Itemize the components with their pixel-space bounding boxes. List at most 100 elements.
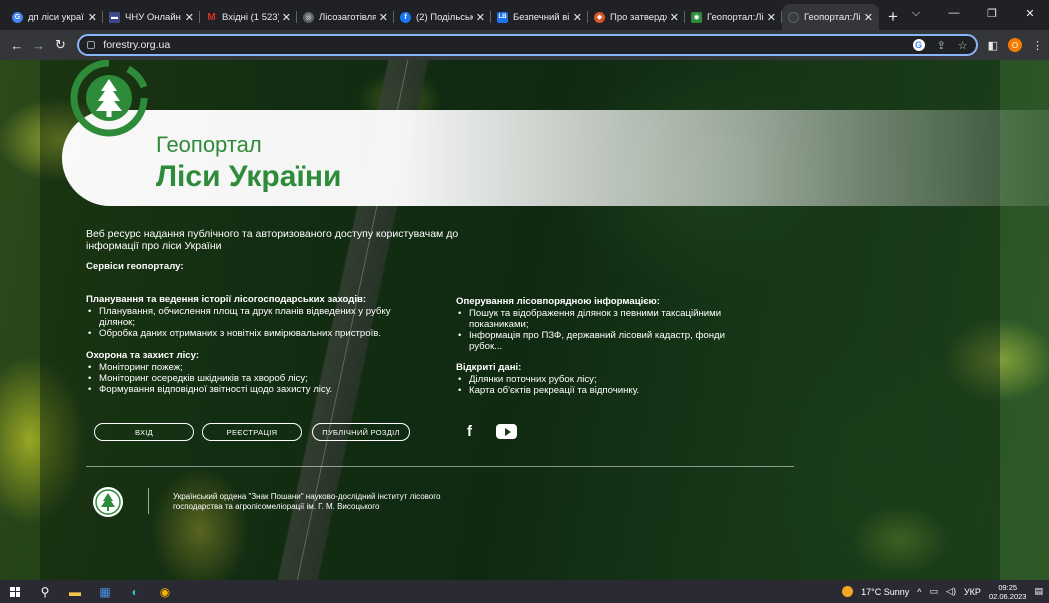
clock-time: 09:25 bbox=[998, 582, 1018, 592]
tab-title: дп ліси украї bbox=[28, 11, 84, 23]
youtube-icon[interactable] bbox=[496, 424, 517, 439]
forward-icon[interactable]: → bbox=[28, 38, 50, 53]
close-window-icon[interactable]: ✕ bbox=[1011, 7, 1049, 20]
tab-5[interactable]: f (2) Подільськ ✕ bbox=[394, 4, 491, 30]
list-item: Ділянки поточних рубок лісу; bbox=[456, 374, 776, 385]
register-button[interactable]: РЕЄСТРАЦІЯ bbox=[202, 423, 302, 441]
weather-text[interactable]: 17°C Sunny bbox=[861, 587, 909, 597]
tab-4[interactable]: ◎ Лісозаготівля ✕ bbox=[297, 4, 394, 30]
close-icon[interactable]: ✕ bbox=[670, 11, 679, 24]
url-text[interactable]: forestry.org.ua bbox=[103, 39, 170, 51]
google-lens-icon[interactable]: G bbox=[912, 39, 925, 51]
globe-icon: ◎ bbox=[303, 11, 314, 23]
clock[interactable]: 09:25 02.06.2023 bbox=[989, 583, 1027, 601]
tab-title: Лісозаготівля bbox=[319, 11, 376, 23]
logo-subtitle: Геопортал bbox=[156, 132, 262, 157]
section-forest-inventory: Оперування лісовпорядною інформацією: По… bbox=[456, 296, 746, 352]
login-button[interactable]: ВХІД bbox=[94, 423, 194, 441]
maximize-icon[interactable]: ❐ bbox=[973, 7, 1011, 20]
institute-name: Український ордена "Знак Пошани" науково… bbox=[173, 492, 441, 511]
file-explorer-icon[interactable]: ▬ bbox=[60, 580, 90, 603]
close-icon[interactable]: ✕ bbox=[379, 11, 388, 24]
gmail-icon: M bbox=[207, 11, 216, 23]
page-viewport: Геопортал Ліси України Веб ресурс наданн… bbox=[0, 60, 1049, 580]
close-icon[interactable]: ✕ bbox=[476, 11, 485, 24]
profile-avatar[interactable]: О bbox=[1008, 38, 1023, 52]
tab-3[interactable]: M Вхідні (1 523) ✕ bbox=[200, 4, 297, 30]
tab-2[interactable]: ▬ ЧНУ Онлайн ✕ bbox=[103, 4, 200, 30]
system-tray: 17°C Sunny ^ ▭ ◁) УКР 09:25 02.06.2023 ▤ bbox=[842, 580, 1043, 603]
menu-icon[interactable]: ⋮ bbox=[1032, 39, 1043, 52]
edge-icon[interactable]: ◐ bbox=[120, 580, 150, 603]
list-item: Пошук та відображення ділянок з певними … bbox=[456, 308, 746, 330]
google-icon: G bbox=[12, 11, 23, 23]
list-item: Інформація про ПЗФ, державний лісовий ка… bbox=[456, 330, 746, 352]
share-icon[interactable]: ⇪ bbox=[937, 39, 946, 52]
extension-area: ◧ О ⋮ bbox=[988, 38, 1043, 52]
network-icon[interactable]: ▭ bbox=[930, 586, 939, 597]
close-icon[interactable]: ✕ bbox=[185, 11, 194, 24]
chrome-icon[interactable]: ◉ bbox=[150, 580, 180, 603]
reload-icon[interactable]: ↻ bbox=[50, 37, 72, 53]
services-heading: Сервіси геопорталу: bbox=[86, 261, 184, 272]
facebook-icon[interactable]: f bbox=[463, 423, 476, 440]
close-icon[interactable]: ✕ bbox=[864, 11, 873, 24]
tab-title: (2) Подільськ bbox=[416, 11, 473, 23]
tab-8[interactable]: ◉ Геопортал:Лі ✕ bbox=[685, 4, 782, 30]
tab-1[interactable]: Gдп ліси украї ✕ bbox=[6, 4, 103, 30]
facebook-icon: f bbox=[400, 11, 411, 23]
bookmark-star-icon[interactable]: ☆ bbox=[958, 39, 968, 52]
list-item: Обробка даних отриманих з новітніх вимір… bbox=[86, 328, 406, 339]
list-item: Моніторинг пожеж; bbox=[86, 362, 406, 373]
footer-divider bbox=[86, 466, 794, 467]
back-icon[interactable]: ← bbox=[6, 38, 28, 53]
toolbar: ← → ↻ forestry.org.ua G ⇪ ☆ ◧ О ⋮ bbox=[0, 30, 1049, 60]
site-icon: ◆ bbox=[594, 11, 605, 23]
minimize-icon[interactable]: — bbox=[935, 7, 973, 19]
geoportal-icon: ◉ bbox=[691, 11, 702, 23]
institute-logo-icon bbox=[93, 487, 123, 517]
volume-icon[interactable]: ◁) bbox=[946, 586, 956, 597]
notifications-icon[interactable]: ▤ bbox=[1034, 586, 1043, 597]
footer-separator bbox=[148, 488, 149, 514]
windows-start-icon[interactable] bbox=[0, 580, 30, 603]
tab-7[interactable]: ◆ Про затвердж ✕ bbox=[588, 4, 685, 30]
tab-search-icon[interactable]: ⌵ bbox=[897, 7, 935, 20]
tray-chevron-icon[interactable]: ^ bbox=[917, 587, 921, 597]
list-item: Формування відповідної звітності щодо за… bbox=[86, 384, 406, 395]
taskbar: ⚲ ▬ ▦ ◐ ◉ 17°C Sunny ^ ▭ ◁) УКР 09:25 02… bbox=[0, 580, 1049, 603]
close-icon[interactable]: ✕ bbox=[767, 11, 776, 24]
close-icon[interactable]: ✕ bbox=[282, 11, 291, 24]
window-controls: ⌵ — ❐ ✕ bbox=[897, 0, 1049, 26]
list-item: Моніторинг осередків шкідників та хвороб… bbox=[86, 373, 406, 384]
search-icon[interactable]: ⚲ bbox=[30, 580, 60, 603]
section-planning: Планування та ведення історії лісогоспод… bbox=[86, 294, 406, 339]
tab-6[interactable]: LB Безпечний ві ✕ bbox=[491, 4, 588, 30]
site-icon: ▬ bbox=[109, 11, 120, 23]
lock-icon[interactable] bbox=[87, 41, 96, 49]
section-title: Відкриті дані: bbox=[456, 362, 522, 373]
tab-title: Геопортал:Лі bbox=[707, 11, 764, 23]
language-indicator[interactable]: УКР bbox=[964, 587, 981, 597]
section-protection: Охорона та захист лісу: Моніторинг пожеж… bbox=[86, 350, 406, 395]
address-bar[interactable]: forestry.org.ua G ⇪ ☆ bbox=[77, 34, 978, 56]
intro-text: Веб ресурс надання публічного та авториз… bbox=[86, 228, 459, 252]
tab-title: Геопортал:Лі bbox=[804, 11, 861, 23]
omnibox-actions: G ⇪ ☆ bbox=[912, 39, 968, 52]
public-section-button[interactable]: ПУБЛІЧНИЙ РОЗДІЛ bbox=[312, 423, 410, 441]
close-icon[interactable]: ✕ bbox=[88, 11, 97, 24]
tab-strip: Gдп ліси украї ✕ ▬ ЧНУ Онлайн ✕ M Вхідні (1 … bbox=[0, 0, 1049, 30]
tab-title: ЧНУ Онлайн bbox=[125, 11, 181, 23]
list-item: Карта об'єктів рекреації та відпочинку. bbox=[456, 385, 776, 396]
close-icon[interactable]: ✕ bbox=[573, 11, 582, 24]
section-open-data: Відкриті дані: Ділянки поточних рубок лі… bbox=[456, 362, 776, 396]
geoportal-logo-icon bbox=[70, 60, 148, 137]
tab-9-active[interactable]: Геопортал:Лі ✕ bbox=[782, 4, 879, 30]
clock-date: 02.06.2023 bbox=[988, 591, 1027, 601]
word-icon[interactable]: ▦ bbox=[90, 580, 120, 603]
section-title: Оперування лісовпорядною інформацією: bbox=[456, 296, 660, 307]
side-panel-icon[interactable]: ◧ bbox=[988, 39, 998, 52]
logo-title: Ліси України bbox=[156, 160, 342, 193]
section-title: Планування та ведення історії лісогоспод… bbox=[86, 294, 367, 305]
tab-title: Безпечний ві bbox=[513, 11, 570, 23]
